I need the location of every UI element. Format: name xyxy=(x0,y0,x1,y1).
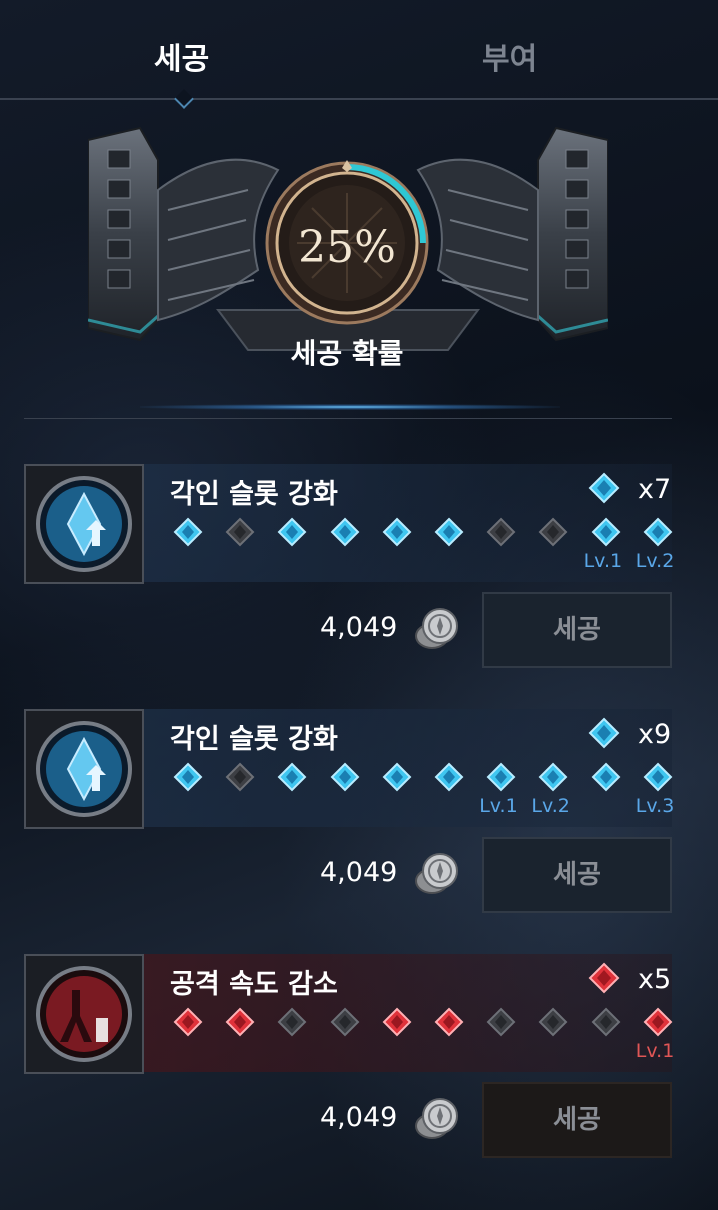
slot-level-label: Lv.3 xyxy=(635,795,675,817)
slot-level-label: Lv.1 xyxy=(479,795,518,817)
blue-slot-gem-icon xyxy=(591,762,621,792)
slot-level-label: Lv.2 xyxy=(531,795,570,817)
blue-gem-icon xyxy=(588,717,620,749)
engrave-slot-enhance-icon xyxy=(24,464,144,584)
slot-level-label: Lv.1 xyxy=(635,1040,675,1062)
tab-enchant[interactable]: 부여 xyxy=(482,34,537,78)
red-slot-gem-icon xyxy=(173,1007,203,1037)
slot-row xyxy=(172,761,673,797)
blue-slot-gem-icon xyxy=(330,517,360,547)
tab-bar: 세공 부여 xyxy=(0,0,718,109)
gray-slot-gem-icon xyxy=(225,517,255,547)
gray-slot-gem-icon xyxy=(225,762,255,792)
gem-count: x7 xyxy=(638,474,672,505)
gray-slot-gem-icon xyxy=(486,517,516,547)
price: 4,049 xyxy=(320,1102,398,1133)
glow-divider xyxy=(140,404,560,410)
blue-slot-gem-icon xyxy=(643,762,673,792)
slot-row xyxy=(172,1006,673,1042)
silver-coin-icon xyxy=(415,1098,458,1139)
engrave-card: 각인 슬롯 강화 x7 4,049 세공 Lv.1 Lv.2 xyxy=(0,464,718,694)
card-title: 공격 속도 감소 xyxy=(170,969,338,1000)
red-slot-gem-icon xyxy=(643,1007,673,1037)
success-percent: 25% xyxy=(298,222,396,273)
blue-slot-gem-icon xyxy=(382,517,412,547)
success-probability-label: 세공 확률 xyxy=(290,337,404,370)
blue-slot-gem-icon xyxy=(330,762,360,792)
card-title: 각인 슬롯 강화 xyxy=(170,479,338,510)
slot-row xyxy=(172,516,673,552)
price: 4,049 xyxy=(320,612,398,643)
section-divider xyxy=(24,418,672,419)
gem-count: x9 xyxy=(638,719,672,750)
blue-slot-gem-icon xyxy=(382,762,412,792)
craft-button[interactable]: 세공 xyxy=(482,592,672,668)
silver-coin-icon xyxy=(415,608,458,649)
gem-count: x5 xyxy=(638,964,672,995)
blue-slot-gem-icon xyxy=(538,762,568,792)
blue-slot-gem-icon xyxy=(434,762,464,792)
slot-level-label: Lv.2 xyxy=(635,550,675,572)
craft-button[interactable]: 세공 xyxy=(482,1082,672,1158)
red-slot-gem-icon xyxy=(225,1007,255,1037)
gray-slot-gem-icon xyxy=(330,1007,360,1037)
gray-slot-gem-icon xyxy=(591,1007,621,1037)
card-title: 각인 슬롯 강화 xyxy=(170,724,338,755)
blue-slot-gem-icon xyxy=(173,517,203,547)
blue-slot-gem-icon xyxy=(591,517,621,547)
blue-slot-gem-icon xyxy=(277,517,307,547)
red-slot-gem-icon xyxy=(382,1007,412,1037)
blue-slot-gem-icon xyxy=(643,517,673,547)
blue-slot-gem-icon xyxy=(486,762,516,792)
slot-level-label: Lv.1 xyxy=(583,550,623,572)
attack-speed-down-icon xyxy=(24,954,144,1074)
red-gem-icon xyxy=(588,962,620,994)
blue-slot-gem-icon xyxy=(434,517,464,547)
gray-slot-gem-icon xyxy=(486,1007,516,1037)
gray-slot-gem-icon xyxy=(538,1007,568,1037)
silver-coin-icon xyxy=(415,853,458,894)
gray-slot-gem-icon xyxy=(277,1007,307,1037)
blue-slot-gem-icon xyxy=(277,762,307,792)
blue-slot-gem-icon xyxy=(173,762,203,792)
blue-gem-icon xyxy=(588,472,620,504)
engrave-slot-enhance-icon xyxy=(24,709,144,829)
price: 4,049 xyxy=(320,857,398,888)
tab-divider xyxy=(0,98,718,100)
craft-button[interactable]: 세공 xyxy=(482,837,672,913)
red-slot-gem-icon xyxy=(434,1007,464,1037)
gray-slot-gem-icon xyxy=(538,517,568,547)
penalty-card: 공격 속도 감소 x5 4,049 세공 Lv.1 xyxy=(0,954,718,1184)
tab-craft[interactable]: 세공 xyxy=(154,34,209,78)
engrave-card: 각인 슬롯 강화 x9 4,049 세공 Lv.1 Lv.2 Lv.3 xyxy=(0,709,718,939)
